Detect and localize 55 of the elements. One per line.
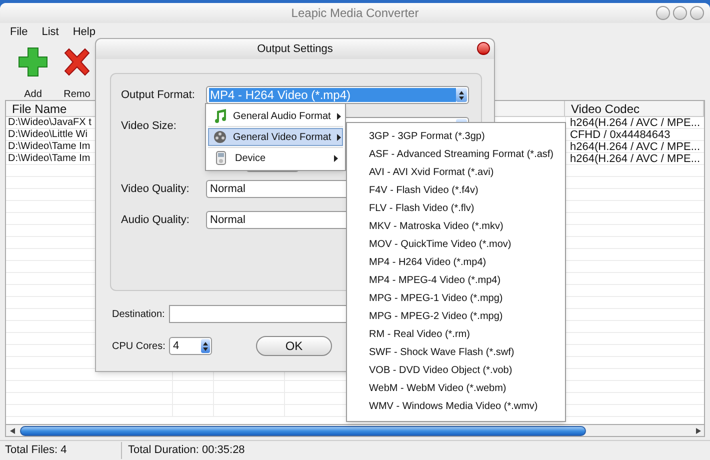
maximize-button[interactable] [673, 6, 687, 20]
menu-item[interactable]: MP4 - H264 Video (*.mp4) [347, 254, 565, 272]
menu-item[interactable]: WMV - Windows Media Video (*.wmv) [347, 398, 565, 416]
menu-item[interactable]: SWF - Shock Wave Flash (*.swf) [347, 344, 565, 362]
menu-item[interactable]: MP4 - MPEG-4 Video (*.mp4) [347, 272, 565, 290]
field-label: Audio Quality: [121, 212, 190, 228]
dialog-title: Output Settings [257, 42, 333, 57]
field-label: Video Quality: [121, 182, 190, 197]
menu-item[interactable]: MOV - QuickTime Video (*.mov) [347, 236, 565, 254]
menu-item[interactable]: Device [208, 149, 343, 167]
ok-button[interactable]: OK [256, 336, 332, 356]
field-label: CPU Cores: [112, 340, 166, 354]
table-cell-text: CFHD / 0x44484643 [569, 129, 672, 140]
input-field[interactable]: Normal [206, 211, 347, 229]
menu-item[interactable]: File [10, 24, 28, 41]
menu-item[interactable]: MPG - MPEG-1 Video (*.mpg) [347, 290, 565, 308]
menu-item[interactable]: General Video Format [208, 128, 343, 146]
table-cell-text: h264(H.264 / AVC / MPE... [569, 117, 702, 128]
input-field[interactable]: Normal [206, 180, 347, 198]
menu-item[interactable]: WebM - WebM Video (*.webm) [347, 380, 565, 398]
cross-icon [62, 47, 92, 77]
minimize-button[interactable] [656, 6, 670, 20]
window-title: Leapic Media Converter [291, 5, 419, 22]
input-field[interactable] [169, 305, 346, 323]
music-note-icon [213, 109, 227, 123]
menu-item[interactable]: 3GP - 3GP Format (*.3gp) [347, 128, 565, 146]
status-text: Total Files: 4 [0, 442, 122, 459]
menu-item[interactable]: ASF - Advanced Streaming Format (*.asf) [347, 146, 565, 164]
table-cell-text: h264(H.264 / AVC / MPE... [569, 141, 702, 152]
column-header[interactable]: Video Codec [565, 101, 704, 116]
film-reel-icon [213, 130, 227, 144]
close-button[interactable] [477, 42, 490, 55]
toolbar-button[interactable]: Add [24, 87, 42, 102]
menu-item[interactable]: F4V - Flash Video (*.f4v) [347, 182, 565, 200]
media-player-icon [216, 151, 226, 165]
menu-item[interactable]: MKV - Matroska Video (*.mkv) [347, 218, 565, 236]
submenu-arrow-icon [337, 134, 342, 140]
toolbar-button[interactable]: Remo [64, 87, 90, 102]
menu-item[interactable]: FLV - Flash Video (*.flv) [347, 200, 565, 218]
menu-item[interactable]: List [42, 24, 59, 41]
spin-box[interactable]: 4 [169, 337, 212, 355]
scrollbar-thumb[interactable] [20, 426, 586, 436]
menu-item[interactable]: VOB - DVD Video Object (*.vob) [347, 362, 565, 380]
submenu-arrow-icon [334, 154, 338, 162]
menu-item[interactable]: RM - Real Video (*.rm) [347, 326, 565, 344]
submenu-arrow-icon [336, 112, 341, 120]
menu-item[interactable]: MPG - MPEG-2 Video (*.mpg) [347, 308, 565, 326]
field-label: Destination: [112, 308, 166, 322]
menu-item[interactable]: AVI - AVI Xvid Format (*.avi) [347, 164, 565, 182]
table-cell-text: h264(H.264 / AVC / MPE... [569, 153, 702, 164]
status-text: Total Duration: 00:35:28 [127, 443, 245, 458]
field-label: Output Format: [121, 88, 196, 103]
menu-item[interactable]: General Audio Format [208, 107, 343, 125]
plus-icon [18, 47, 48, 77]
menu-item[interactable]: Help [72, 24, 96, 41]
